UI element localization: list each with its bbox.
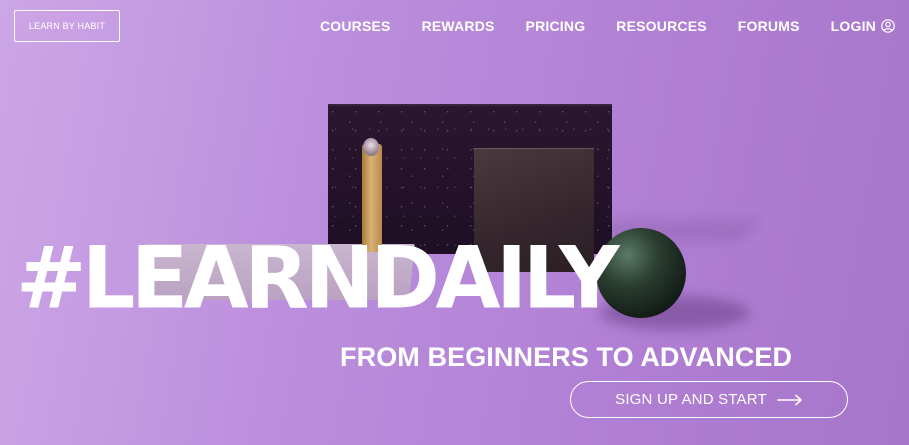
- nav-item-login[interactable]: LOGIN: [831, 18, 895, 34]
- nav-item-courses[interactable]: COURSES: [320, 18, 391, 34]
- hero-headline: #LEARNDAILY: [16, 228, 620, 328]
- nav-item-resources[interactable]: RESOURCES: [616, 18, 706, 34]
- incense-stick-tip: [363, 138, 379, 156]
- nav-item-rewards[interactable]: REWARDS: [422, 18, 495, 34]
- logo-button[interactable]: LEARN BY HABIT: [14, 10, 120, 42]
- hero-background-image: [0, 0, 909, 445]
- nav-item-pricing[interactable]: PRICING: [526, 18, 586, 34]
- user-circle-icon: [881, 19, 895, 33]
- hero-section: LEARN BY HABIT COURSES REWARDS PRICING R…: [0, 0, 909, 445]
- hero-subheadline: FROM BEGINNERS TO ADVANCED: [340, 342, 793, 372]
- signup-start-button[interactable]: SIGN UP AND START: [570, 381, 848, 418]
- main-nav: COURSES REWARDS PRICING RESOURCES FORUMS…: [320, 17, 895, 35]
- login-label: LOGIN: [830, 18, 876, 34]
- nav-item-forums[interactable]: FORUMS: [738, 18, 800, 34]
- signup-start-label: SIGN UP AND START: [615, 391, 767, 408]
- arrow-right-icon: [777, 394, 803, 406]
